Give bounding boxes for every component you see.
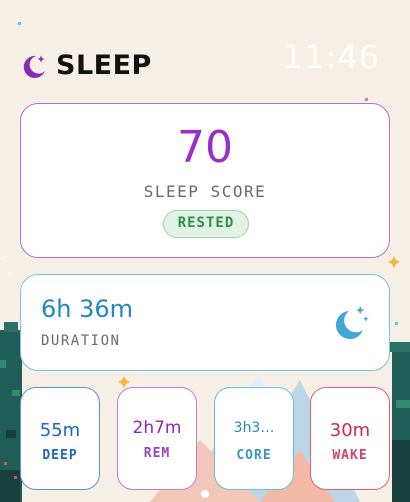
stage-wake-value: 30m bbox=[329, 420, 371, 441]
stage-core-label: CORE bbox=[236, 448, 272, 463]
duration-card[interactable]: 6h 36m DURATION bbox=[20, 274, 390, 371]
stage-deep-label: DEEP bbox=[42, 448, 78, 463]
stage-card-rem[interactable]: 2h7m REM bbox=[117, 387, 197, 490]
moon-stars-icon bbox=[335, 306, 369, 339]
app-header: SLEEP 11:46 bbox=[20, 38, 390, 84]
clock-time: 11:46 bbox=[282, 38, 380, 76]
status-badge: RESTED bbox=[163, 210, 249, 238]
duration-label: DURATION bbox=[41, 333, 121, 349]
sleep-score-card[interactable]: 70 SLEEP SCORE RESTED bbox=[20, 103, 390, 258]
stage-card-wake[interactable]: 30m WAKE bbox=[310, 387, 390, 490]
sleep-score-label: SLEEP SCORE bbox=[143, 182, 267, 201]
stage-core-value: 3h3… bbox=[233, 420, 275, 436]
duration-value: 6h 36m bbox=[41, 295, 134, 323]
stage-rem-label: REM bbox=[143, 446, 171, 461]
stage-card-deep[interactable]: 55m DEEP bbox=[20, 387, 100, 490]
stage-card-core[interactable]: 3h3… CORE bbox=[214, 387, 294, 490]
stage-wake-label: WAKE bbox=[332, 448, 368, 463]
stage-deep-value: 55m bbox=[39, 420, 81, 441]
sleep-score-value: 70 bbox=[177, 122, 233, 173]
page-title: SLEEP bbox=[56, 50, 152, 81]
moon-icon bbox=[23, 55, 45, 78]
stage-rem-value: 2h7m bbox=[132, 418, 182, 438]
